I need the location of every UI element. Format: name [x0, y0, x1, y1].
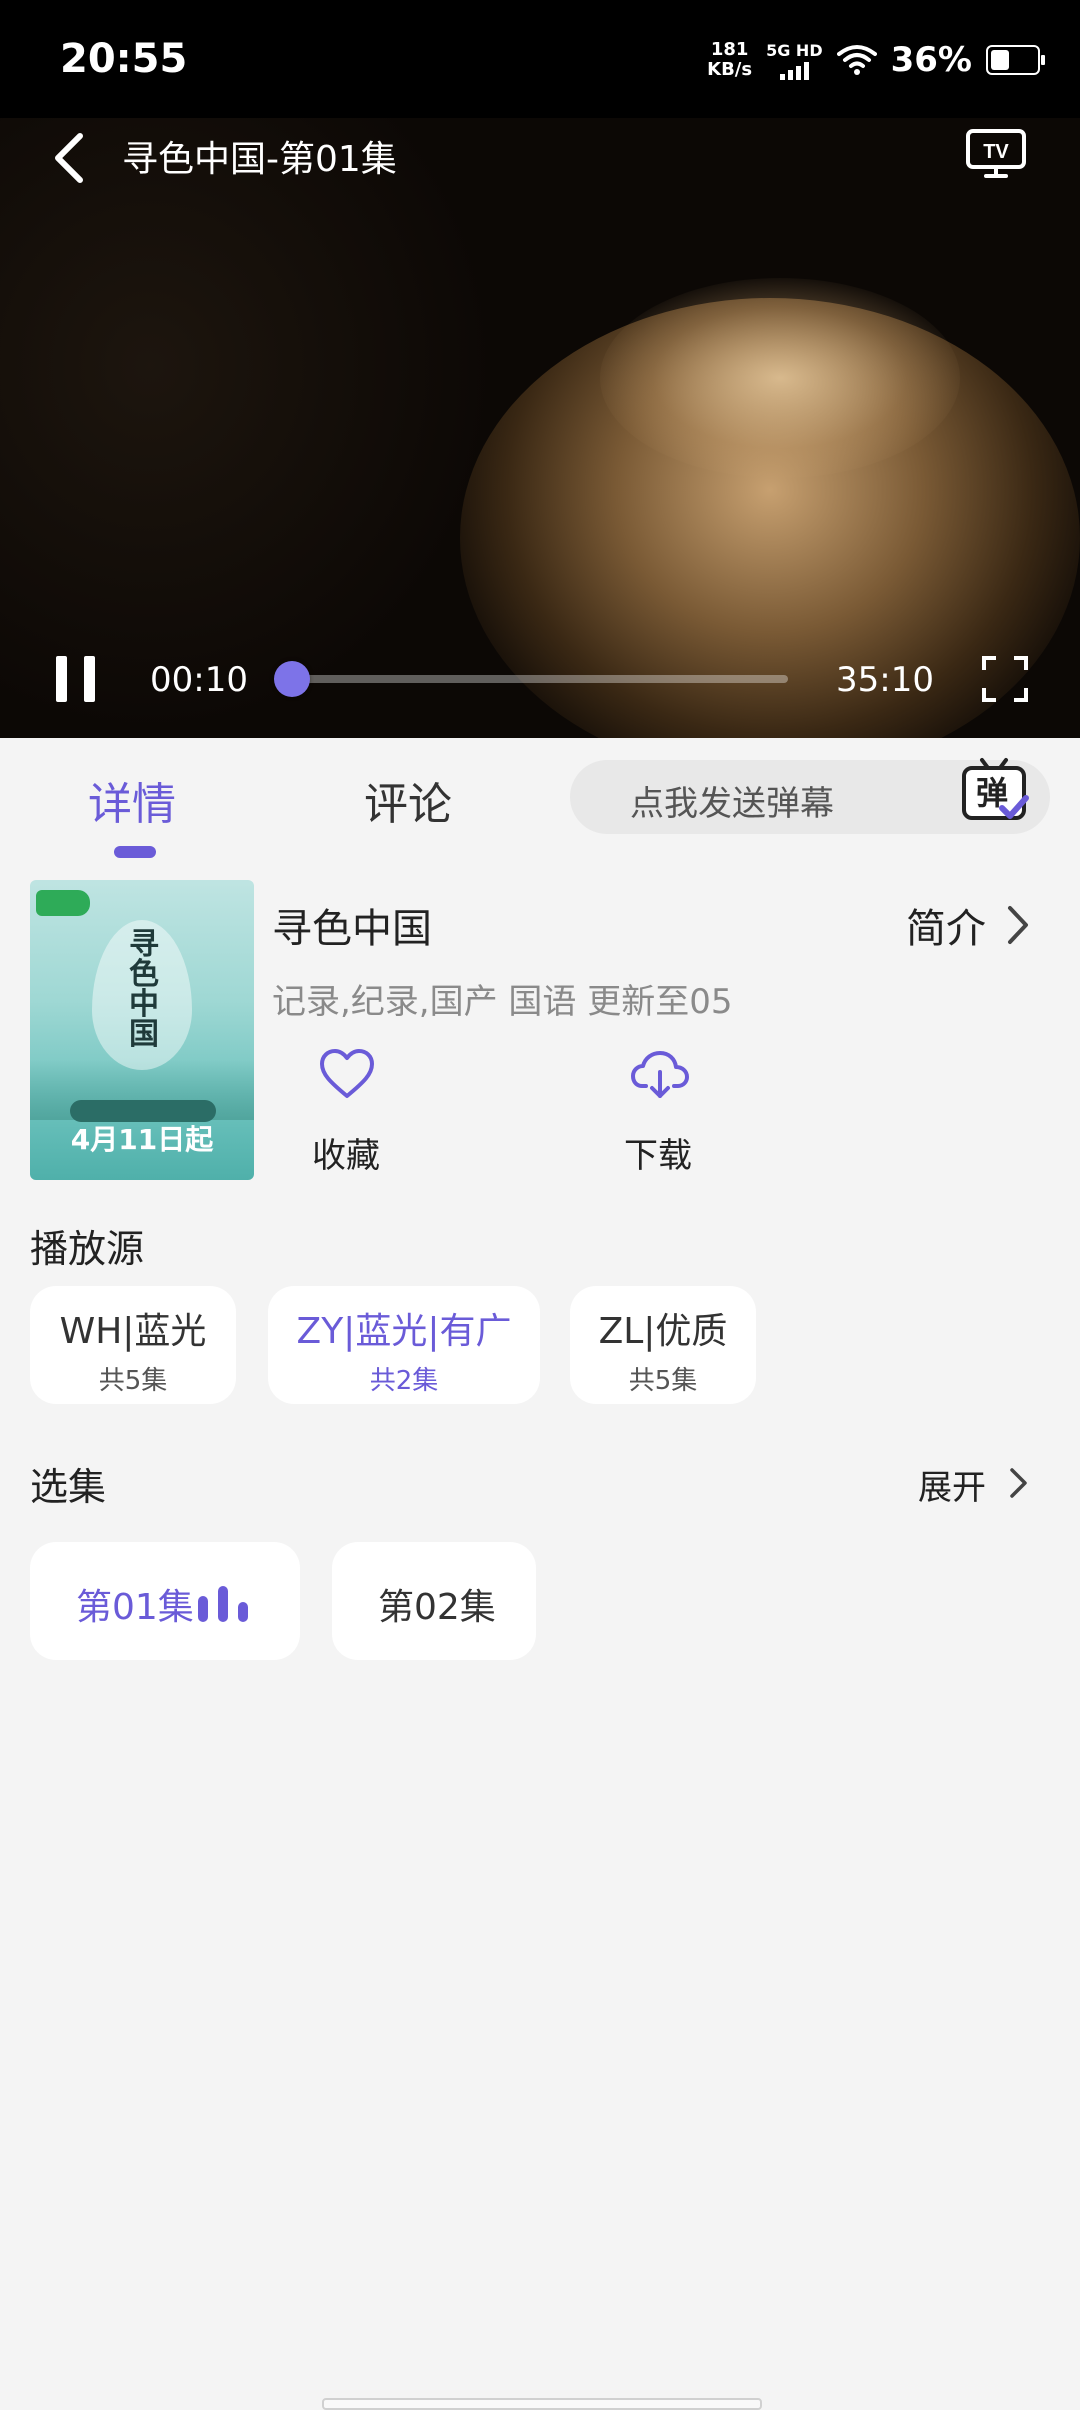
network-speed-unit: KB/s [707, 59, 753, 80]
video-platform-logo [36, 890, 90, 916]
expand-button[interactable]: 展开 [918, 1460, 986, 1509]
status-indicators: 181 KB/s 5G HD 36% [707, 40, 1045, 80]
sources-title: 播放源 [30, 1227, 145, 1271]
heart-icon[interactable] [318, 1048, 376, 1100]
tab-indicator [114, 846, 156, 858]
wifi-icon [836, 45, 877, 75]
status-bar: 20:55 181 KB/s 5G HD 36% [0, 0, 1080, 118]
episode-item-02[interactable]: 第02集 [332, 1542, 536, 1660]
show-title: 寻色中国 [272, 906, 432, 952]
svg-text:TV: TV [983, 141, 1009, 163]
status-time: 20:55 [60, 36, 188, 82]
network-type: 5G HD [766, 40, 823, 60]
battery-icon [986, 45, 1045, 75]
chevron-right-icon[interactable] [1004, 904, 1032, 946]
tab-details[interactable]: 详情 [88, 768, 176, 832]
network-speed-value: 181 [710, 39, 749, 60]
source-name: ZL|优质 [598, 1311, 728, 1352]
favorite-button[interactable]: 收藏 [312, 1128, 380, 1177]
episode-label: 第02集 [378, 1587, 496, 1628]
cellular-signal-icon: 5G HD [766, 41, 823, 80]
source-option-zl[interactable]: ZL|优质 共5集 [570, 1286, 756, 1404]
now-playing-icon [198, 1586, 250, 1622]
download-button[interactable]: 下载 [624, 1128, 692, 1177]
battery-percent: 36% [890, 40, 972, 80]
progress-bar[interactable] [292, 675, 788, 683]
danmu-input[interactable]: 点我发送弹幕 弹 [570, 758, 1050, 834]
video-title: 寻色中国-第01集 [122, 139, 397, 180]
show-poster[interactable]: 寻色中国 4月11日起 [30, 880, 254, 1180]
poster-date: 4月11日起 [70, 1123, 214, 1156]
pause-button[interactable] [56, 656, 96, 702]
episodes-title: 选集 [30, 1465, 107, 1509]
poster-title: 寻色中国 [129, 927, 159, 1052]
current-time: 00:10 [150, 660, 248, 700]
source-name: ZY|蓝光|有广 [296, 1311, 512, 1352]
episode-item-01[interactable]: 第01集 [30, 1542, 300, 1660]
tab-comments[interactable]: 评论 [364, 768, 452, 832]
source-name: WH|蓝光 [59, 1311, 207, 1352]
source-count: 共2集 [369, 1366, 439, 1396]
episode-label: 第01集 [76, 1587, 194, 1628]
cast-tv-button[interactable]: TV [964, 128, 1028, 180]
battery-level [991, 50, 1009, 70]
show-meta: 记录,纪录,国产 国语 更新至05 [272, 982, 733, 1022]
chevron-right-icon[interactable] [1008, 1466, 1030, 1500]
total-time: 35:10 [836, 660, 934, 700]
source-count: 共5集 [98, 1366, 168, 1396]
source-option-wh[interactable]: WH|蓝光 共5集 [30, 1286, 236, 1404]
source-count: 共5集 [628, 1366, 698, 1396]
home-indicator[interactable] [322, 2398, 762, 2410]
progress-thumb[interactable] [274, 661, 310, 697]
source-option-zy[interactable]: ZY|蓝光|有广 共2集 [268, 1286, 540, 1404]
fullscreen-button[interactable] [980, 654, 1030, 704]
video-player[interactable] [0, 118, 1080, 738]
danmu-placeholder: 点我发送弹幕 [630, 784, 834, 824]
network-speed: 181 KB/s [707, 40, 752, 80]
intro-link[interactable]: 简介 [906, 896, 986, 954]
cloud-download-icon[interactable] [630, 1050, 690, 1100]
back-button[interactable] [48, 128, 88, 188]
danmu-toggle-icon[interactable]: 弹 [958, 754, 1030, 826]
